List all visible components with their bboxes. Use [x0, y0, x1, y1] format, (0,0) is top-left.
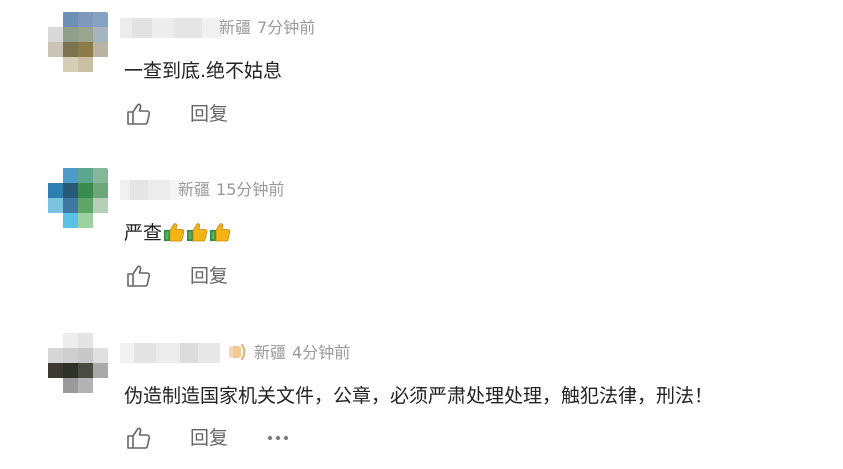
comment-text: 一查到底.绝不姑息	[124, 60, 283, 82]
user-badge-icon	[228, 343, 248, 367]
reply-button[interactable]: 回复	[190, 100, 228, 128]
avatar[interactable]	[48, 12, 108, 72]
reply-button[interactable]: 回复	[190, 424, 228, 452]
comment-location: 新疆	[178, 180, 211, 199]
comment-location: 新疆	[219, 18, 252, 37]
thumbs-up-emoji-icon	[209, 222, 231, 249]
reply-button[interactable]: 回复	[190, 262, 228, 290]
like-button[interactable]	[124, 100, 154, 128]
comment-actions: 回复	[124, 262, 228, 290]
comment-text-content: 严查	[124, 222, 163, 244]
comment-meta: 新疆 7分钟前	[219, 17, 315, 39]
comment-meta: 新疆 15分钟前	[178, 179, 284, 201]
comment-actions: 回复	[124, 424, 289, 452]
like-button[interactable]	[124, 424, 154, 452]
username-blurred[interactable]	[120, 17, 222, 39]
thumbs-up-outline-icon	[127, 103, 151, 125]
username-blurred[interactable]	[120, 179, 180, 201]
comment-text: 伪造制造国家机关文件，公章，必须严肃处理处理，触犯法律，刑法！	[124, 385, 714, 407]
comment-meta: 新疆 4分钟前	[228, 342, 350, 367]
avatar[interactable]	[48, 168, 108, 228]
comment-time: 15分钟前	[216, 180, 285, 199]
comment-time: 7分钟前	[257, 18, 316, 37]
comment-text: 严查	[124, 220, 231, 249]
thumbs-up-emoji-icon	[186, 222, 208, 249]
thumbs-up-emoji-icon	[163, 222, 185, 249]
more-dots-icon[interactable]	[268, 424, 289, 452]
username-blurred[interactable]	[120, 342, 228, 364]
thumbs-up-outline-icon	[127, 265, 151, 287]
comment-time: 4分钟前	[292, 343, 351, 362]
thumbs-up-outline-icon	[127, 427, 151, 449]
avatar[interactable]	[48, 333, 108, 393]
comment-actions: 回复	[124, 100, 228, 128]
comment-location: 新疆	[254, 343, 287, 362]
like-button[interactable]	[124, 262, 154, 290]
